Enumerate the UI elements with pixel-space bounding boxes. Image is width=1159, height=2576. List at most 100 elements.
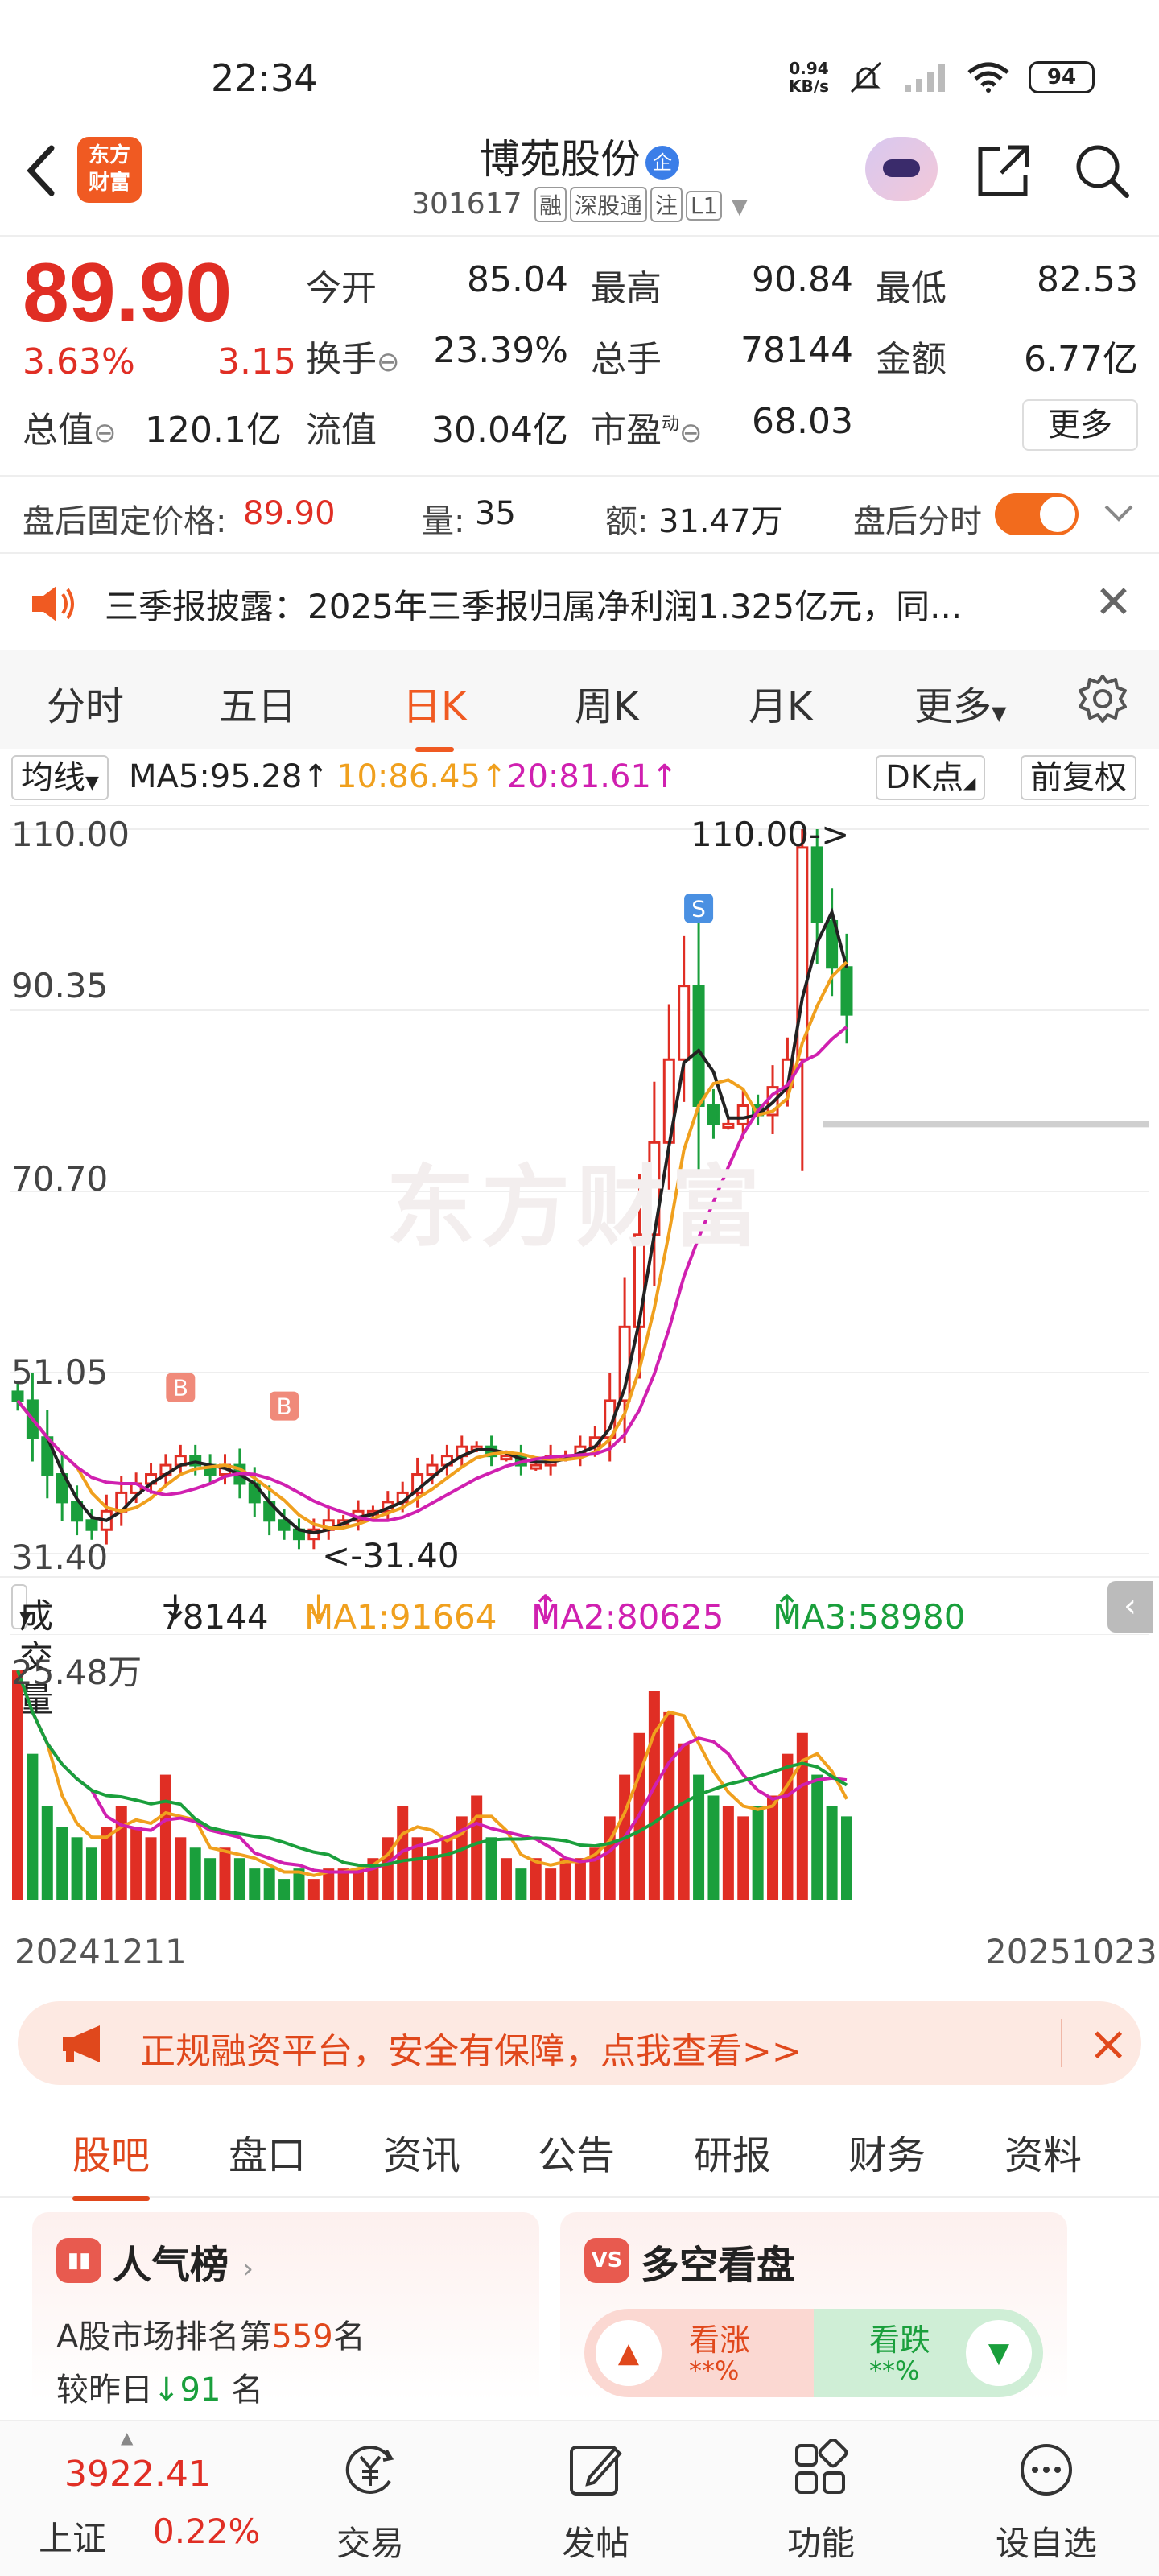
ah-volume-value: 35 xyxy=(475,495,516,532)
sentiment-title: 多空看盘 xyxy=(641,2243,796,2288)
tab-finance[interactable]: 财务 xyxy=(848,2124,926,2180)
volume-bar xyxy=(545,1868,557,1900)
share-icon[interactable] xyxy=(974,141,1033,200)
amount-value: 6.77亿 xyxy=(1024,339,1138,380)
tab-orderbook[interactable]: 盘口 xyxy=(229,2124,306,2180)
after-hours-toggle[interactable] xyxy=(995,493,1079,535)
volume-bar xyxy=(249,1868,261,1900)
ma5-value: MA5:95.28↑ xyxy=(129,758,329,795)
candle-body xyxy=(736,1104,749,1125)
index-widget[interactable]: ▲ 3922.41 上证 0.22% xyxy=(0,2421,266,2576)
divider xyxy=(0,552,1159,554)
volume-selector[interactable]: 成交量 ▼ xyxy=(11,1584,53,1719)
y-tick-label: 70.70 xyxy=(11,1159,109,1199)
price-adjust-button[interactable]: 前复权 xyxy=(1021,755,1136,800)
bull-label: 看涨 xyxy=(689,2322,751,2358)
volume-bar xyxy=(767,1795,779,1900)
candle-body xyxy=(810,846,823,923)
stock-code: 301617 xyxy=(411,188,522,221)
search-icon[interactable] xyxy=(1072,141,1132,200)
grid-icon xyxy=(795,2439,848,2494)
tag-level: L1 xyxy=(686,191,723,221)
candle-body xyxy=(500,1455,513,1461)
info-icon[interactable]: ⊖ xyxy=(377,346,400,378)
tab-monthly-k[interactable]: 月K xyxy=(749,675,812,731)
more-button[interactable]: 更多 xyxy=(1022,399,1138,451)
financing-banner[interactable]: 正规融资平台，安全有保障，点我查看>> × xyxy=(18,2001,1141,2085)
pe-value: 68.03 xyxy=(752,401,853,442)
ma-row: 均线▼ MA5:95.28↑ 10:86.45↑ 20:81.61↑ DK点◢ … xyxy=(0,752,1159,803)
tab-news[interactable]: 资讯 xyxy=(383,2124,460,2180)
info-icon[interactable]: ⊖ xyxy=(93,417,117,449)
popularity-change: 较昨日↓91 名 xyxy=(56,2372,264,2409)
volume-bar xyxy=(27,1753,39,1900)
notice-bar[interactable]: 三季报披露：2025年三季报归属净利润1.325亿元，同... ✕ xyxy=(0,555,1159,650)
index-value: 3922.41 xyxy=(64,2454,211,2495)
bull-button[interactable]: ▲ xyxy=(596,2320,662,2386)
volume-bar xyxy=(175,1837,187,1900)
wifi-icon xyxy=(967,62,1009,93)
candle-body xyxy=(707,1104,720,1125)
index-name: 上证 xyxy=(39,2519,107,2558)
close-icon[interactable]: × xyxy=(1088,2016,1128,2072)
ma-selector[interactable]: 均线▼ xyxy=(11,755,109,800)
popularity-card[interactable]: ▮▮ 人气榜 › A股市场排名第559名 较昨日↓91 名 xyxy=(32,2212,539,2421)
tag-margin: 融 xyxy=(534,187,567,222)
volume-bar xyxy=(71,1837,83,1900)
nav-post[interactable]: 发帖 xyxy=(515,2421,676,2576)
high-value: 90.84 xyxy=(752,259,853,300)
turnover-label: 换手⊖ xyxy=(306,339,400,380)
volume-bar xyxy=(130,1827,142,1900)
volume-bar xyxy=(678,1743,690,1900)
tab-forum[interactable]: 股吧 xyxy=(72,2124,151,2201)
close-icon[interactable]: ✕ xyxy=(1095,576,1132,629)
popularity-rank: A股市场排名第559名 xyxy=(56,2318,365,2355)
tab-intraday[interactable]: 分时 xyxy=(47,675,124,731)
status-time: 22:34 xyxy=(211,56,318,100)
change-percent: 3.63% xyxy=(23,341,135,382)
nav-add-watchlist[interactable]: 设自选 xyxy=(966,2421,1127,2576)
volume-bar xyxy=(85,1847,97,1900)
tab-weekly-k[interactable]: 周K xyxy=(575,675,638,731)
nav-functions[interactable]: 功能 xyxy=(740,2421,901,2576)
watermark: 东方财富 xyxy=(386,1156,766,1259)
low-marker: <-31.40 xyxy=(322,1536,460,1575)
info-icon[interactable]: ⊖ xyxy=(679,417,703,449)
chevron-down-icon[interactable] xyxy=(1103,503,1135,524)
volume-bar xyxy=(604,1816,616,1900)
notice-text: 三季报披露：2025年三季报归属净利润1.325亿元，同... xyxy=(105,587,963,626)
pe-label: 市盈动⊖ xyxy=(591,410,703,451)
buy-signal-text: B xyxy=(276,1393,291,1420)
dk-point-button[interactable]: DK点◢ xyxy=(876,755,986,800)
volume-bar xyxy=(41,1806,53,1900)
divider xyxy=(0,235,1159,237)
volume-ma1-line xyxy=(16,1670,848,1877)
tab-research[interactable]: 研报 xyxy=(694,2124,771,2180)
sentiment-card: VS 多空看盘 ▲ 看涨 **% 看跌 **% ▼ xyxy=(560,2212,1067,2421)
change-amount: 3.15 xyxy=(217,341,296,382)
ai-assistant-icon[interactable] xyxy=(865,137,938,201)
nav-trade[interactable]: 交易 xyxy=(290,2421,451,2576)
volume-bar xyxy=(115,1806,127,1900)
volume-bar xyxy=(826,1806,838,1900)
tab-announcements[interactable]: 公告 xyxy=(538,2124,615,2180)
float-label: 流值 xyxy=(306,410,377,451)
bear-percent: **% xyxy=(869,2355,920,2386)
stock-header: 东方 财富 博苑股份企 301617 融深股通注 L1 ▼ xyxy=(0,121,1159,233)
caret-up-icon: ▲ xyxy=(121,2428,134,2447)
candle-body xyxy=(840,966,853,1016)
collapse-arrow-icon[interactable]: ‹ xyxy=(1107,1581,1153,1633)
y-tick-label: 110.00 xyxy=(11,815,130,854)
y-tick-label: 31.40 xyxy=(11,1538,109,1577)
gear-icon[interactable] xyxy=(1077,673,1128,724)
tab-five-day[interactable]: 五日 xyxy=(219,675,296,731)
volume-value: 78144 ↓ xyxy=(161,1587,269,1637)
tab-profile[interactable]: 资料 xyxy=(1004,2124,1082,2180)
divider xyxy=(1061,2019,1062,2067)
chart-bar-icon: ▮▮ xyxy=(56,2238,101,2283)
popularity-title: 人气榜 › xyxy=(113,2243,254,2288)
tab-more[interactable]: 更多▼ xyxy=(914,675,1006,731)
bear-button[interactable]: ▼ xyxy=(966,2320,1032,2386)
tab-daily-k[interactable]: 日K xyxy=(402,675,466,752)
volume-bar xyxy=(189,1847,201,1900)
